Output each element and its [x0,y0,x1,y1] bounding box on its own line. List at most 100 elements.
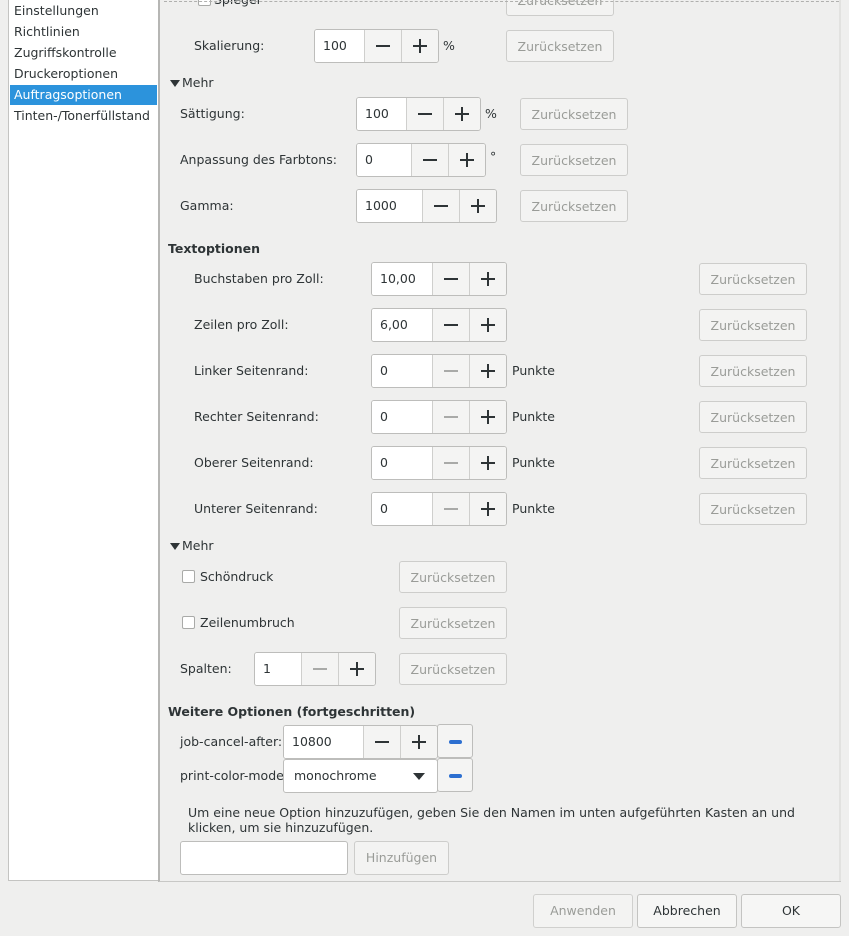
mirror-label: Spiegel [214,0,260,17]
text-options-heading: Textoptionen [168,241,261,256]
right-margin-spinner: 0 [371,400,507,434]
expander-triangle-icon[interactable] [170,80,180,87]
left-margin-reset-button[interactable]: Zurücksetzen [699,355,807,387]
lpi-spinner: 6,00 [371,308,507,342]
print-color-mode-label: print-color-mode: [180,768,289,783]
gamma-increment-button[interactable] [459,190,496,222]
prettyprint-checkbox[interactable] [182,570,195,583]
bottom-margin-spinner: 0 [371,492,507,526]
job-cancel-after-decrement-button[interactable] [364,726,400,758]
job-options-panel[interactable]: Spiegel Zurücksetzen Skalierung: 100 % Z… [158,0,841,882]
hue-unit: ° [490,149,497,164]
columns-label: Spalten: [180,661,232,676]
lpi-increment-button[interactable] [469,309,506,341]
print-color-mode-remove-button[interactable] [437,758,473,792]
scaling-reset-button[interactable]: Zurücksetzen [506,30,614,62]
wrap-label[interactable]: Zeilenumbruch [200,606,295,640]
sidebar-item-tinten-tonerfuellstand[interactable]: Tinten-/Tonerfüllstand [10,106,157,126]
job-cancel-after-label: job-cancel-after: [180,734,283,749]
gamma-decrement-button[interactable] [423,190,459,222]
text-more-toggle[interactable]: Mehr [182,538,214,553]
right-margin-reset-button[interactable]: Zurücksetzen [699,401,807,433]
top-margin-reset-button[interactable]: Zurücksetzen [699,447,807,479]
right-margin-unit: Punkte [512,409,555,424]
cpi-spinner: 10,00 [371,262,507,296]
sidebar-item-einstellungen[interactable]: Einstellungen [10,1,157,21]
wrap-checkbox[interactable] [182,616,195,629]
top-margin-input[interactable]: 0 [372,447,433,479]
mirror-reset-button[interactable]: Zurücksetzen [506,0,614,16]
sidebar-item-richtlinien[interactable]: Richtlinien [10,22,157,42]
hue-input[interactable]: 0 [357,144,412,176]
saturation-reset-button[interactable]: Zurücksetzen [520,98,628,130]
cpi-increment-button[interactable] [469,263,506,295]
top-margin-label: Oberer Seitenrand: [194,455,314,470]
top-margin-increment-button[interactable] [469,447,506,479]
saturation-unit: % [485,106,497,121]
gamma-reset-button[interactable]: Zurücksetzen [520,190,628,222]
job-cancel-after-increment-button[interactable] [400,726,437,758]
bottom-margin-decrement-button[interactable] [433,493,469,525]
columns-spinner: 1 [254,652,376,686]
saturation-decrement-button[interactable] [407,98,443,130]
expander-triangle-icon[interactable] [170,543,180,550]
prettyprint-reset-button[interactable]: Zurücksetzen [399,561,507,593]
hue-decrement-button[interactable] [412,144,448,176]
columns-input[interactable]: 1 [255,653,302,685]
right-margin-input[interactable]: 0 [372,401,433,433]
right-margin-increment-button[interactable] [469,401,506,433]
wrap-reset-button[interactable]: Zurücksetzen [399,607,507,639]
left-margin-increment-button[interactable] [469,355,506,387]
job-cancel-after-remove-button[interactable] [437,724,473,758]
image-more-toggle[interactable]: Mehr [182,75,214,90]
lpi-reset-button[interactable]: Zurücksetzen [699,309,807,341]
scaling-spinner: 100 [314,29,439,63]
bottom-margin-increment-button[interactable] [469,493,506,525]
gamma-input[interactable]: 1000 [357,190,423,222]
right-margin-decrement-button[interactable] [433,401,469,433]
prettyprint-label[interactable]: Schöndruck [200,560,273,594]
new-option-input[interactable] [180,841,348,875]
gamma-spinner: 1000 [356,189,497,223]
bottom-margin-input[interactable]: 0 [372,493,433,525]
print-color-mode-select[interactable]: monochrome [283,759,438,793]
saturation-spinner: 100 [356,97,481,131]
saturation-increment-button[interactable] [443,98,480,130]
left-margin-input[interactable]: 0 [372,355,433,387]
vertical-scrollbar[interactable] [839,0,841,881]
hue-increment-button[interactable] [448,144,485,176]
left-margin-decrement-button[interactable] [433,355,469,387]
dropdown-arrow-icon [413,773,425,780]
columns-decrement-button[interactable] [302,653,338,685]
bottom-margin-label: Unterer Seitenrand: [194,501,318,516]
columns-increment-button[interactable] [338,653,375,685]
add-option-hint: Um eine neue Option hinzuzufügen, geben … [188,805,795,835]
columns-reset-button[interactable]: Zurücksetzen [399,653,507,685]
cancel-button[interactable]: Abbrechen [637,894,737,928]
top-margin-decrement-button[interactable] [433,447,469,479]
ok-button[interactable]: OK [741,894,841,928]
bottom-margin-reset-button[interactable]: Zurücksetzen [699,493,807,525]
lpi-decrement-button[interactable] [433,309,469,341]
sidebar-item-druckeroptionen[interactable]: Druckeroptionen [10,64,157,84]
left-margin-label: Linker Seitenrand: [194,363,309,378]
job-cancel-after-input[interactable]: 10800 [284,726,364,758]
sidebar-item-auftragsoptionen[interactable]: Auftragsoptionen [10,85,157,105]
advanced-options-heading: Weitere Optionen (fortgeschritten) [168,704,416,719]
scaling-label: Skalierung: [194,38,265,53]
apply-button[interactable]: Anwenden [533,894,633,928]
sidebar-item-zugriffskontrolle[interactable]: Zugriffskontrolle [10,43,157,63]
scaling-input[interactable]: 100 [315,30,365,62]
top-margin-spinner: 0 [371,446,507,480]
cpi-reset-button[interactable]: Zurücksetzen [699,263,807,295]
cpi-decrement-button[interactable] [433,263,469,295]
saturation-input[interactable]: 100 [357,98,407,130]
scaling-decrement-button[interactable] [365,30,401,62]
remove-icon [449,740,462,744]
hue-reset-button[interactable]: Zurücksetzen [520,144,628,176]
cpi-input[interactable]: 10,00 [372,263,433,295]
lpi-input[interactable]: 6,00 [372,309,433,341]
add-option-button[interactable]: Hinzufügen [354,841,449,875]
scaling-increment-button[interactable] [401,30,438,62]
print-job-options-dialog: Einstellungen Richtlinien Zugriffskontro… [0,0,849,936]
